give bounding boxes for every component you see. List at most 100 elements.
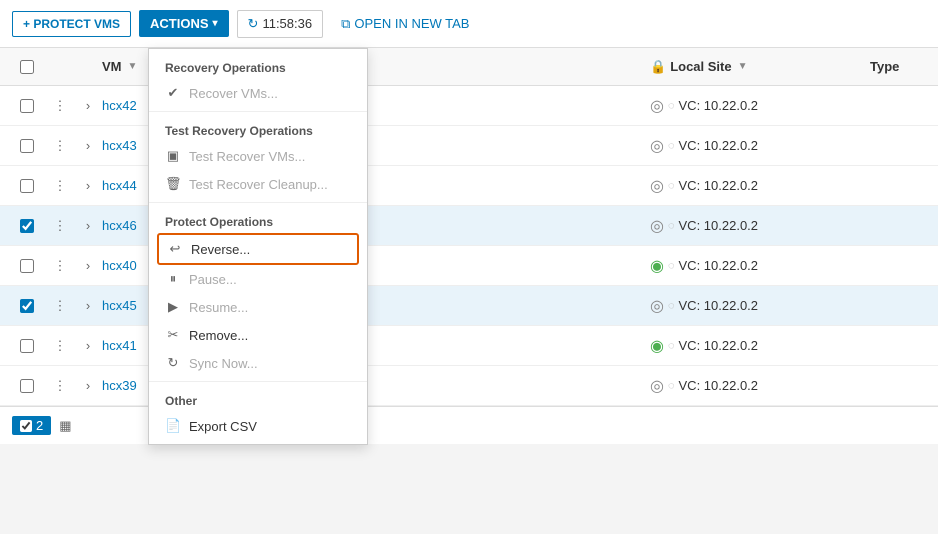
menu-item-icon: ✂ bbox=[165, 327, 181, 343]
menu-item-icon: ↻ bbox=[165, 355, 181, 371]
row-expand[interactable]: › bbox=[74, 338, 102, 353]
table-rows: ⋮ › hcx42 ◎ ◌ VC: 10.22.0.2 ⋮ › hcx43 ◎ … bbox=[0, 86, 938, 406]
row-actions-menu[interactable]: ⋮ bbox=[46, 298, 74, 314]
row-site-label: VC: 10.22.0.2 bbox=[679, 338, 759, 353]
footer-grid-icon: ▦ bbox=[59, 418, 71, 434]
row-site: ◎ ◌ VC: 10.22.0.2 bbox=[650, 216, 870, 236]
status-small-icon: ◌ bbox=[668, 380, 675, 392]
row-site-label: VC: 10.22.0.2 bbox=[679, 218, 759, 233]
header-local-site[interactable]: 🔒 Local Site ▼ bbox=[650, 59, 870, 75]
vm-filter-icon[interactable]: ▼ bbox=[128, 61, 138, 72]
row-actions-menu[interactable]: ⋮ bbox=[46, 218, 74, 234]
row-expand[interactable]: › bbox=[74, 98, 102, 113]
actions-button[interactable]: ACTIONS ▾ bbox=[139, 10, 229, 37]
status-icon-orange: ◎ bbox=[650, 136, 664, 156]
menu-section-title: Test Recovery Operations bbox=[149, 116, 367, 142]
open-label: OPEN IN NEW TAB bbox=[354, 16, 469, 31]
row-checkbox[interactable] bbox=[20, 99, 34, 113]
status-icon-orange: ◎ bbox=[650, 296, 664, 316]
table-header: VM ▼ 🔒 Local Site ▼ Type bbox=[0, 48, 938, 86]
row-checkbox[interactable] bbox=[20, 259, 34, 273]
select-all-checkbox[interactable] bbox=[20, 60, 34, 74]
row-checkbox[interactable] bbox=[20, 179, 34, 193]
row-site: ◎ ◌ VC: 10.22.0.2 bbox=[650, 136, 870, 156]
row-site-label: VC: 10.22.0.2 bbox=[679, 98, 759, 113]
row-site: ◉ ◌ VC: 10.22.0.2 bbox=[650, 256, 870, 276]
type-label: Type bbox=[870, 59, 899, 74]
status-small-icon: ◌ bbox=[668, 340, 675, 352]
actions-dropdown: Recovery Operations ✔ Recover VMs... Tes… bbox=[148, 48, 368, 445]
row-site-label: VC: 10.22.0.2 bbox=[679, 138, 759, 153]
row-actions-menu[interactable]: ⋮ bbox=[46, 98, 74, 114]
row-site-label: VC: 10.22.0.2 bbox=[679, 298, 759, 313]
menu-item-icon: ▶ bbox=[165, 299, 181, 315]
status-icon-orange: ◎ bbox=[650, 376, 664, 396]
time-value: 11:58:36 bbox=[262, 16, 312, 31]
row-expand[interactable]: › bbox=[74, 178, 102, 193]
vm-header-label: VM bbox=[102, 59, 122, 74]
row-checkbox[interactable] bbox=[20, 379, 34, 393]
row-checkbox[interactable] bbox=[20, 299, 34, 313]
menu-item-icon: 📄 bbox=[165, 418, 181, 434]
local-site-filter-icon[interactable]: ▼ bbox=[738, 61, 748, 72]
row-expand[interactable]: › bbox=[74, 298, 102, 313]
row-checkbox-cell bbox=[8, 219, 46, 233]
row-expand[interactable]: › bbox=[74, 378, 102, 393]
status-small-icon: ◌ bbox=[668, 220, 675, 232]
menu-item-label: Reverse... bbox=[191, 242, 250, 257]
actions-label: ACTIONS bbox=[150, 16, 209, 31]
time-button[interactable]: ↻ 11:58:36 bbox=[237, 10, 324, 38]
menu-item-label: Recover VMs... bbox=[189, 86, 278, 101]
menu-item-reverse[interactable]: ↩ Reverse... bbox=[157, 233, 359, 265]
row-actions-menu[interactable]: ⋮ bbox=[46, 258, 74, 274]
refresh-icon: ↻ bbox=[248, 16, 259, 32]
row-checkbox-cell bbox=[8, 179, 46, 193]
row-expand[interactable]: › bbox=[74, 138, 102, 153]
row-site-label: VC: 10.22.0.2 bbox=[679, 178, 759, 193]
row-checkbox-cell bbox=[8, 99, 46, 113]
menu-item-test-recover-vms: ▣ Test Recover VMs... bbox=[149, 142, 367, 170]
protect-vms-button[interactable]: + PROTECT VMS bbox=[12, 11, 131, 37]
row-site: ◎ ◌ VC: 10.22.0.2 bbox=[650, 96, 870, 116]
menu-item-label: Test Recover Cleanup... bbox=[189, 177, 328, 192]
status-small-icon: ◌ bbox=[668, 100, 675, 112]
menu-item-test-recover-cleanup: 🗑 Test Recover Cleanup... bbox=[149, 170, 367, 198]
status-icon-green: ◉ bbox=[650, 336, 664, 356]
menu-item-remove[interactable]: ✂ Remove... bbox=[149, 321, 367, 349]
menu-item-export-csv[interactable]: 📄 Export CSV bbox=[149, 412, 367, 440]
menu-item-icon: ↩ bbox=[167, 241, 183, 257]
row-site: ◎ ◌ VC: 10.22.0.2 bbox=[650, 176, 870, 196]
row-checkbox-cell bbox=[8, 339, 46, 353]
row-checkbox[interactable] bbox=[20, 219, 34, 233]
local-site-label: Local Site bbox=[670, 59, 731, 74]
menu-item-label: Resume... bbox=[189, 300, 248, 315]
row-checkbox[interactable] bbox=[20, 139, 34, 153]
row-actions-menu[interactable]: ⋮ bbox=[46, 138, 74, 154]
chevron-down-icon: ▾ bbox=[213, 18, 218, 29]
footer-checkbox[interactable] bbox=[20, 420, 32, 432]
row-checkbox-cell bbox=[8, 299, 46, 313]
row-checkbox-cell bbox=[8, 379, 46, 393]
row-checkbox[interactable] bbox=[20, 339, 34, 353]
row-actions-menu[interactable]: ⋮ bbox=[46, 178, 74, 194]
row-actions-menu[interactable]: ⋮ bbox=[46, 378, 74, 394]
row-site: ◉ ◌ VC: 10.22.0.2 bbox=[650, 336, 870, 356]
menu-item-icon: ▣ bbox=[165, 148, 181, 164]
open-new-tab-button[interactable]: ⧉ OPEN IN NEW TAB bbox=[331, 11, 479, 37]
row-expand[interactable]: › bbox=[74, 218, 102, 233]
menu-divider bbox=[149, 111, 367, 112]
header-type: Type bbox=[870, 59, 930, 74]
menu-item-recover-vms: ✔ Recover VMs... bbox=[149, 79, 367, 107]
menu-item-icon: ⏸ bbox=[165, 271, 181, 287]
local-site-icon: 🔒 bbox=[650, 59, 666, 75]
row-expand[interactable]: › bbox=[74, 258, 102, 273]
menu-section-title: Recovery Operations bbox=[149, 53, 367, 79]
menu-item-pause: ⏸ Pause... bbox=[149, 265, 367, 293]
menu-item-label: Sync Now... bbox=[189, 356, 258, 371]
table-row: ⋮ › hcx40 ◉ ◌ VC: 10.22.0.2 bbox=[0, 246, 938, 286]
status-small-icon: ◌ bbox=[668, 300, 675, 312]
row-actions-menu[interactable]: ⋮ bbox=[46, 338, 74, 354]
menu-section-title: Other bbox=[149, 386, 367, 412]
table-row: ⋮ › hcx41 ◉ ◌ VC: 10.22.0.2 bbox=[0, 326, 938, 366]
menu-item-label: Remove... bbox=[189, 328, 248, 343]
